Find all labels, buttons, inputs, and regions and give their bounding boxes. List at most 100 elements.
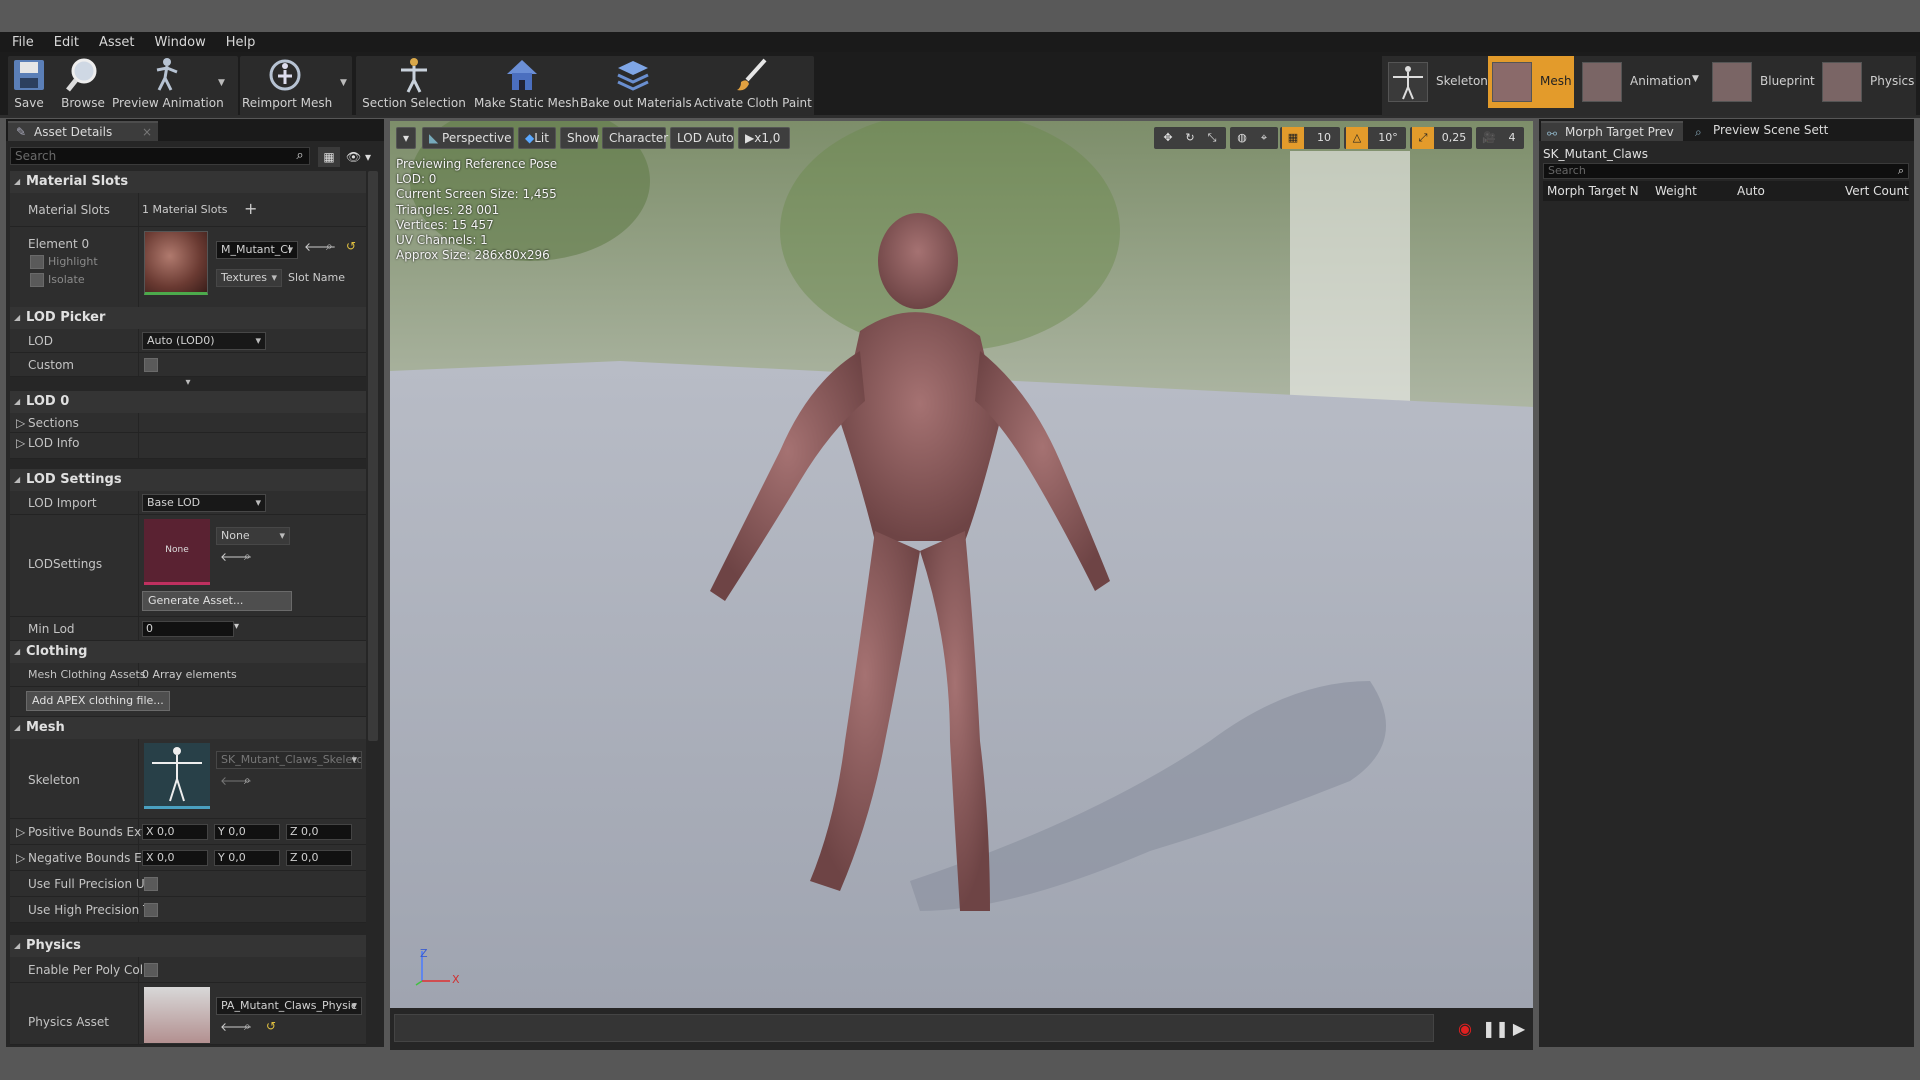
camera-speed-icon[interactable]: 🎥 <box>1478 127 1500 149</box>
min-lod-input[interactable]: 0 <box>142 621 234 637</box>
pause-button[interactable]: ❚❚ <box>1482 1018 1509 1040</box>
add-apex-clothing-button[interactable]: Add APEX clothing file... <box>26 691 170 711</box>
section-lod-settings[interactable]: LOD Settings <box>10 469 366 491</box>
section-material-slots[interactable]: Material Slots <box>10 171 366 193</box>
section-lod-0[interactable]: LOD 0 <box>10 391 366 413</box>
lit-button[interactable]: ◆Lit <box>518 127 556 149</box>
browse-magnifier-icon[interactable]: ⌕ <box>244 773 251 788</box>
mode-animation-dropdown-icon[interactable]: ▼ <box>1692 74 1699 84</box>
grid-snap-value[interactable]: 10 <box>1310 127 1338 149</box>
skeleton-dropdown[interactable]: SK_Mutant_Claws_Skeleto <box>216 751 362 769</box>
character-button[interactable]: Character <box>602 127 668 149</box>
bake-out-materials-button[interactable]: Bake out Materials <box>580 52 692 112</box>
negative-bounds-z-input[interactable]: Z 0,0 <box>286 850 352 866</box>
reimport-mesh-button[interactable]: Reimport Mesh <box>242 52 332 112</box>
rotation-snap-icon[interactable]: △ <box>1346 127 1368 149</box>
positive-bounds-z-input[interactable]: Z 0,0 <box>286 824 352 840</box>
record-button[interactable]: ◉ <box>1454 1018 1476 1040</box>
morph-search-input[interactable]: Search ⌕ <box>1543 163 1909 179</box>
view-options-icon[interactable]: ▦ <box>318 147 340 167</box>
add-material-slot-icon[interactable]: + <box>244 199 257 218</box>
browse-button[interactable]: Browse <box>58 52 108 112</box>
lod-info-row[interactable]: ▷ LOD Info <box>10 433 366 459</box>
expand-advanced-icon[interactable]: ▾ <box>10 377 366 389</box>
save-button[interactable]: Save <box>10 52 48 112</box>
sections-expand-icon[interactable]: ▷ <box>16 416 25 430</box>
negative-bounds-expand-icon[interactable]: ▷ <box>16 851 25 865</box>
browse-magnifier-icon[interactable]: ⌕ <box>244 549 251 564</box>
preview-animation-button[interactable]: Preview Animation <box>112 52 224 112</box>
lod-info-expand-icon[interactable]: ▷ <box>16 436 25 450</box>
tab-preview-scene-settings[interactable]: ⌕ Preview Scene Sett <box>1689 121 1839 141</box>
physics-asset-dropdown[interactable]: PA_Mutant_Claws_Physic <box>216 997 362 1015</box>
browse-magnifier-icon[interactable]: ⌕ <box>244 1019 251 1034</box>
menu-asset[interactable]: Asset <box>99 35 135 50</box>
browse-magnifier-icon[interactable]: ⌕ <box>326 239 333 254</box>
tab-asset-details[interactable]: ✎ Asset Details × <box>8 121 158 141</box>
details-scrollbar[interactable] <box>368 171 378 741</box>
full-precision-checkbox[interactable] <box>144 877 158 891</box>
lod-dropdown[interactable]: Auto (LOD0) <box>142 332 266 350</box>
lod-auto-button[interactable]: LOD Auto <box>670 127 734 149</box>
menu-window[interactable]: Window <box>155 35 206 50</box>
world-globe-icon[interactable]: ◍ <box>1232 127 1252 149</box>
lod-settings-dropdown[interactable]: None <box>216 527 290 545</box>
section-selection-button[interactable]: Section Selection <box>362 52 466 112</box>
section-mesh[interactable]: Mesh <box>10 717 366 739</box>
details-search-input[interactable]: Search <box>10 147 310 165</box>
viewport-options-dropdown-icon[interactable]: ▾ <box>396 127 416 149</box>
search-icon[interactable]: ⌕ <box>290 147 310 165</box>
material-combo[interactable]: M_Mutant_Cl <box>216 241 298 259</box>
reset-icon[interactable]: ↺ <box>346 239 356 253</box>
min-lod-dropdown-icon[interactable]: ▾ <box>234 621 239 632</box>
generate-asset-button[interactable]: Generate Asset... <box>142 591 292 611</box>
positive-bounds-x-input[interactable]: X 0,0 <box>142 824 208 840</box>
material-thumbnail[interactable] <box>144 231 208 295</box>
column-vert-count[interactable]: Vert Count <box>1845 184 1909 198</box>
scale-icon[interactable]: ⤡ <box>1202 127 1222 149</box>
high-precision-checkbox[interactable] <box>144 903 158 917</box>
per-poly-checkbox[interactable] <box>144 963 158 977</box>
sections-row[interactable]: ▷ Sections <box>10 413 366 433</box>
column-auto[interactable]: Auto <box>1737 184 1765 198</box>
column-weight[interactable]: Weight <box>1655 184 1697 198</box>
make-static-mesh-button[interactable]: Make Static Mesh <box>474 52 579 112</box>
physics-asset-thumbnail[interactable] <box>144 987 210 1043</box>
mode-physics-button[interactable]: Physics <box>1818 56 1916 108</box>
reimport-dropdown-icon[interactable]: ▼ <box>340 78 350 88</box>
camera-speed-value[interactable]: 4 <box>1502 127 1522 149</box>
section-physics[interactable]: Physics <box>10 935 366 957</box>
positive-bounds-y-input[interactable]: Y 0,0 <box>214 824 280 840</box>
menu-edit[interactable]: Edit <box>54 35 79 50</box>
activate-cloth-paint-button[interactable]: Activate Cloth Paint <box>694 52 812 112</box>
reset-icon[interactable]: ↺ <box>266 1019 276 1033</box>
mode-skeleton-button[interactable]: Skeleton <box>1384 56 1488 108</box>
lod-settings-thumbnail[interactable]: None <box>144 519 210 585</box>
playback-speed-button[interactable]: ▶x1,0 <box>738 127 790 149</box>
tab-morph-target-preview[interactable]: ⚯ Morph Target Prev <box>1541 121 1683 141</box>
mode-mesh-button[interactable]: Mesh <box>1488 56 1574 108</box>
grid-snap-icon[interactable]: ▦ <box>1282 127 1304 149</box>
step-forward-button[interactable]: ▶ <box>1508 1018 1530 1040</box>
skeleton-thumbnail-icon[interactable] <box>144 743 210 809</box>
search-icon[interactable]: ⌕ <box>1898 164 1904 178</box>
perspective-button[interactable]: ◣ Perspective <box>422 127 514 149</box>
close-icon[interactable]: × <box>142 123 152 141</box>
translate-icon[interactable]: ✥ <box>1158 127 1178 149</box>
timeline-track[interactable] <box>394 1014 1434 1042</box>
rotate-icon[interactable]: ↻ <box>1180 127 1200 149</box>
scale-snap-icon[interactable]: ⤢ <box>1412 127 1434 149</box>
lod-import-dropdown[interactable]: Base LOD <box>142 494 266 512</box>
scale-snap-value[interactable]: 0,25 <box>1438 127 1470 149</box>
mode-blueprint-button[interactable]: Blueprint <box>1708 56 1818 108</box>
viewport[interactable]: ▾ ◣ Perspective ◆Lit Show Character LOD … <box>390 121 1533 1008</box>
surface-snap-icon[interactable]: ⌖ <box>1254 127 1274 149</box>
negative-bounds-x-input[interactable]: X 0,0 <box>142 850 208 866</box>
section-lod-picker[interactable]: LOD Picker <box>10 307 366 329</box>
mode-animation-button[interactable]: Animation ▼ <box>1578 56 1704 108</box>
positive-bounds-expand-icon[interactable]: ▷ <box>16 825 25 839</box>
column-morph-target-name[interactable]: Morph Target N <box>1547 184 1639 198</box>
preview-animation-dropdown-icon[interactable]: ▼ <box>218 78 228 88</box>
rotation-snap-value[interactable]: 10° <box>1372 127 1404 149</box>
show-button[interactable]: Show <box>560 127 599 149</box>
